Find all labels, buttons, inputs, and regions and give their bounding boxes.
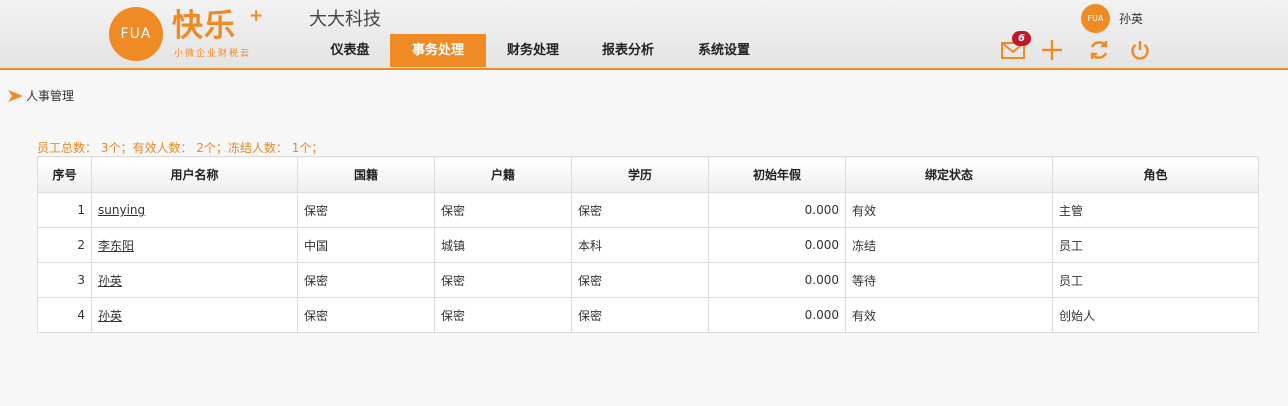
col-header-annual-leave[interactable]: 初始年假 bbox=[708, 156, 846, 193]
employee-table: 序号 用户名称 国籍 户籍 学历 初始年假 绑定状态 角色 1 sunying … bbox=[37, 156, 1259, 333]
cell-index: 3 bbox=[37, 262, 92, 298]
user-name[interactable]: 孙英 bbox=[1119, 10, 1143, 27]
cell-role: 主管 bbox=[1052, 192, 1259, 228]
col-header-nationality[interactable]: 国籍 bbox=[297, 156, 435, 193]
cell-household: 保密 bbox=[434, 192, 572, 228]
table-row: 1 sunying 保密 保密 保密 0.000 有效 主管 bbox=[37, 192, 1259, 228]
cell-nationality: 保密 bbox=[297, 262, 435, 298]
col-header-binding-status[interactable]: 绑定状态 bbox=[845, 156, 1053, 193]
cell-annual-leave: 0.000 bbox=[708, 297, 846, 333]
cell-username-link[interactable]: 孙英 bbox=[91, 262, 298, 298]
cell-annual-leave: 0.000 bbox=[708, 262, 846, 298]
plus-icon[interactable] bbox=[1039, 37, 1065, 63]
cell-binding-status: 有效 bbox=[845, 297, 1053, 333]
cell-household: 保密 bbox=[434, 297, 572, 333]
main-nav: 仪表盘 事务处理 财务处理 报表分析 系统设置 bbox=[310, 34, 772, 67]
table-row: 3 孙英 保密 保密 保密 0.000 等待 员工 bbox=[37, 262, 1259, 298]
arrow-right-icon bbox=[8, 89, 23, 102]
cell-index: 1 bbox=[37, 192, 92, 228]
cell-nationality: 保密 bbox=[297, 297, 435, 333]
cell-education: 保密 bbox=[571, 262, 709, 298]
refresh-icon[interactable] bbox=[1086, 37, 1112, 63]
cell-education: 本科 bbox=[571, 227, 709, 263]
cell-binding-status: 冻结 bbox=[845, 227, 1053, 263]
cell-username-link[interactable]: 李东阳 bbox=[91, 227, 298, 263]
nav-item-finance[interactable]: 财务处理 bbox=[486, 34, 580, 67]
cell-username-link[interactable]: 孙英 bbox=[91, 297, 298, 333]
employee-summary: 员工总数： 3个；有效人数： 2个；冻结人数： 1个； bbox=[37, 141, 324, 155]
cell-role: 员工 bbox=[1052, 262, 1259, 298]
col-header-education[interactable]: 学历 bbox=[571, 156, 709, 193]
avatar[interactable]: FUA bbox=[1081, 4, 1110, 33]
cell-username-link[interactable]: sunying bbox=[91, 192, 298, 228]
cell-role: 员工 bbox=[1052, 227, 1259, 263]
cell-nationality: 中国 bbox=[297, 227, 435, 263]
col-header-index[interactable]: 序号 bbox=[37, 156, 92, 193]
table-header-row: 序号 用户名称 国籍 户籍 学历 初始年假 绑定状态 角色 bbox=[37, 156, 1259, 193]
cell-annual-leave: 0.000 bbox=[708, 227, 846, 263]
table-row: 2 李东阳 中国 城镇 本科 0.000 冻结 员工 bbox=[37, 227, 1259, 263]
nav-item-dashboard[interactable]: 仪表盘 bbox=[310, 34, 390, 67]
cell-nationality: 保密 bbox=[297, 192, 435, 228]
brand-title: 快乐 bbox=[172, 8, 236, 44]
power-icon[interactable] bbox=[1127, 37, 1153, 63]
cell-role: 创始人 bbox=[1052, 297, 1259, 333]
top-header: FUA 快乐 + 小微企业财税云 大大科技 仪表盘 事务处理 财务处理 报表分析… bbox=[0, 0, 1288, 70]
nav-item-settings[interactable]: 系统设置 bbox=[676, 34, 772, 67]
col-header-username[interactable]: 用户名称 bbox=[91, 156, 298, 193]
cell-index: 2 bbox=[37, 227, 92, 263]
brand-plus: + bbox=[249, 6, 264, 26]
cell-education: 保密 bbox=[571, 192, 709, 228]
cell-binding-status: 等待 bbox=[845, 262, 1053, 298]
cell-education: 保密 bbox=[571, 297, 709, 333]
breadcrumb-label[interactable]: 人事管理 bbox=[26, 87, 74, 104]
breadcrumb: 人事管理 bbox=[8, 87, 74, 104]
mail-badge: 6 bbox=[1012, 31, 1031, 46]
brand-logo-icon[interactable]: FUA bbox=[109, 7, 163, 61]
nav-item-reports[interactable]: 报表分析 bbox=[580, 34, 676, 67]
col-header-role[interactable]: 角色 bbox=[1052, 156, 1259, 193]
cell-annual-leave: 0.000 bbox=[708, 192, 846, 228]
cell-binding-status: 有效 bbox=[845, 192, 1053, 228]
table-row: 4 孙英 保密 保密 保密 0.000 有效 创始人 bbox=[37, 297, 1259, 333]
nav-item-affairs[interactable]: 事务处理 bbox=[390, 34, 486, 67]
cell-index: 4 bbox=[37, 297, 92, 333]
cell-household: 保密 bbox=[434, 262, 572, 298]
col-header-household[interactable]: 户籍 bbox=[434, 156, 572, 193]
brand-subtitle: 小微企业财税云 bbox=[174, 49, 252, 59]
company-name: 大大科技 bbox=[309, 9, 381, 30]
cell-household: 城镇 bbox=[434, 227, 572, 263]
